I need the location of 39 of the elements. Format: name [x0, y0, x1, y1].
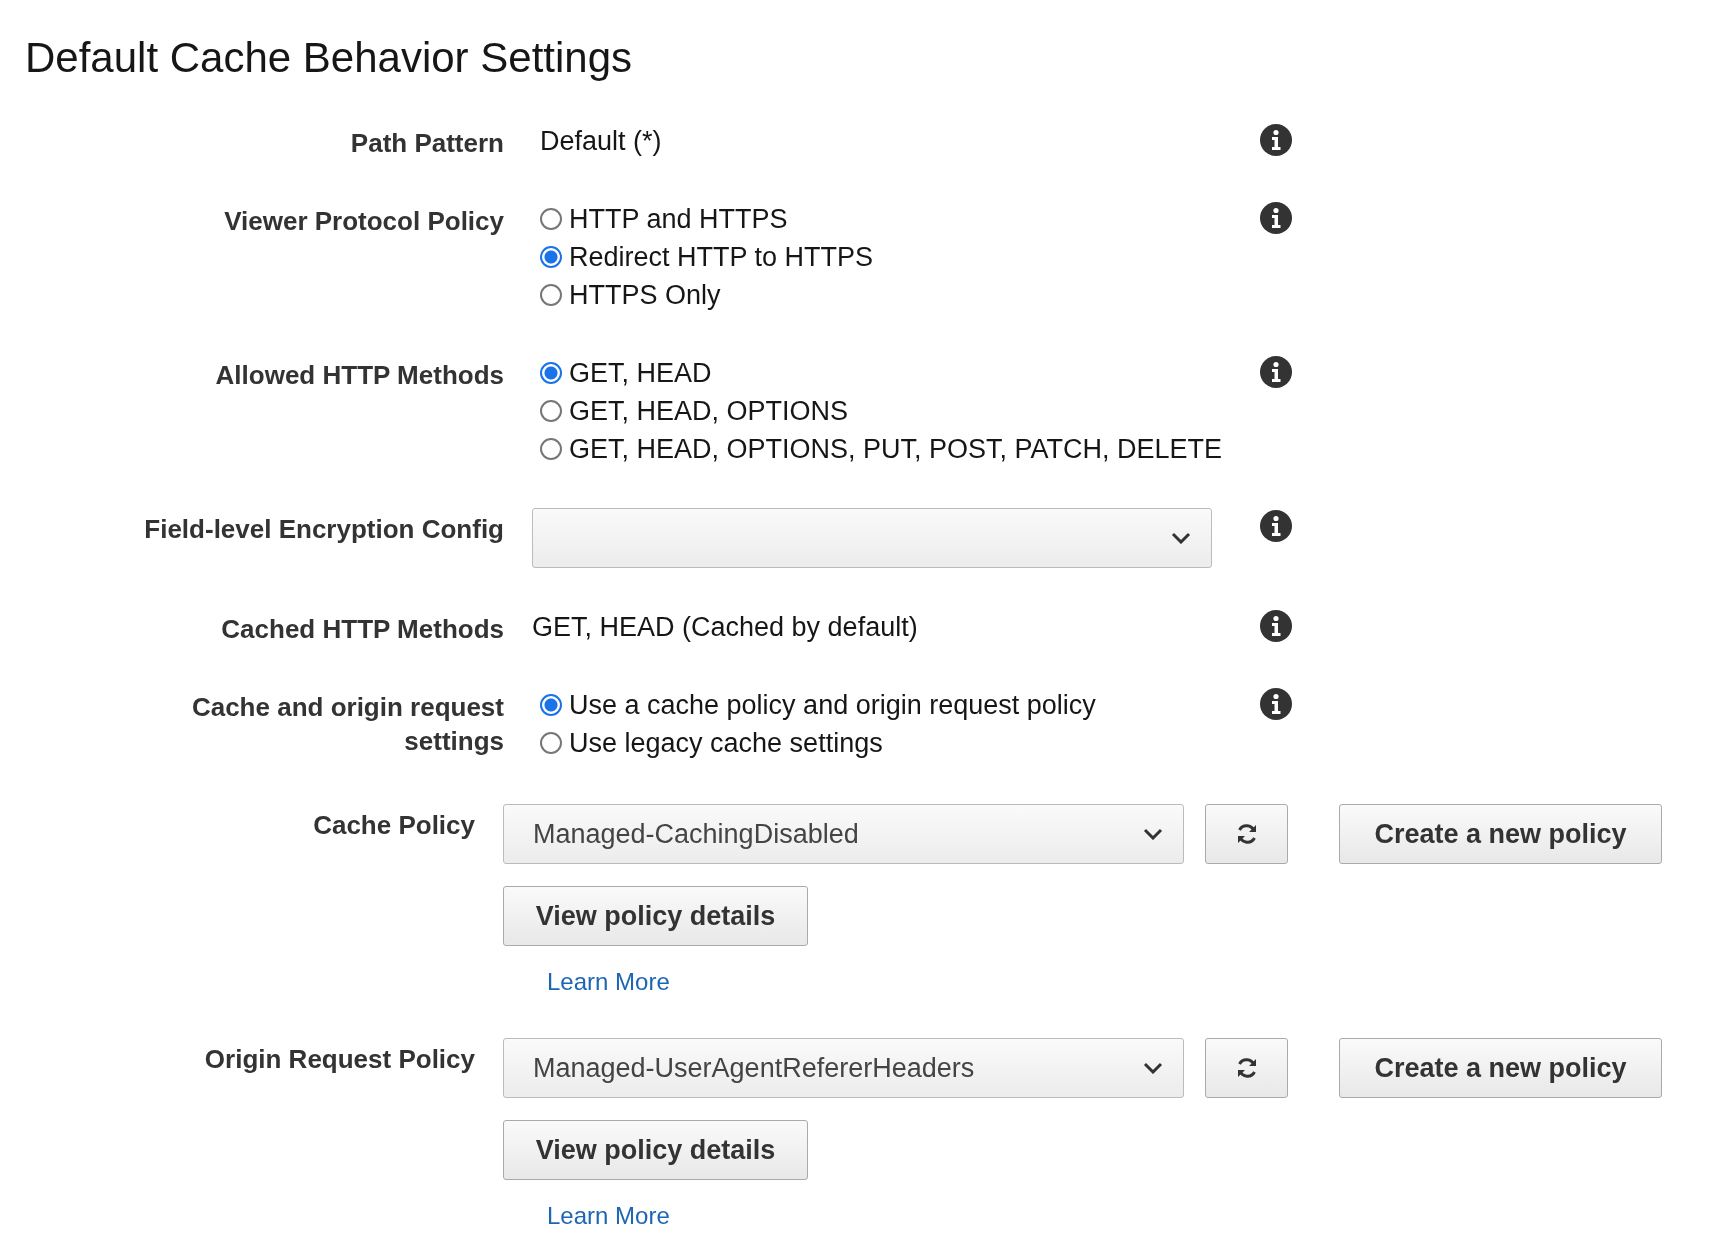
- info-icon[interactable]: [1260, 610, 1292, 642]
- radio-option[interactable]: GET, HEAD, OPTIONS, PUT, POST, PATCH, DELETE: [532, 430, 1232, 468]
- refresh-button[interactable]: [1205, 1038, 1288, 1098]
- info-icon[interactable]: [1260, 356, 1292, 388]
- chevron-down-icon: [1143, 1062, 1163, 1074]
- radio-option[interactable]: Redirect HTTP to HTTPS: [532, 238, 1232, 276]
- field-label: Origin Request Policy: [203, 1043, 475, 1076]
- learn-more-link[interactable]: Learn More: [547, 1202, 670, 1230]
- field-value: Default (*): [539, 125, 663, 158]
- info-icon[interactable]: [1260, 124, 1292, 156]
- create-policy-button[interactable]: Create a new policy: [1339, 1038, 1662, 1098]
- field-label: Allowed HTTP Methods: [214, 359, 504, 392]
- chevron-down-icon: [1143, 828, 1163, 840]
- chevron-down-icon: [1171, 532, 1191, 544]
- view-details-button[interactable]: View policy details: [503, 1120, 808, 1180]
- view-details-button[interactable]: View policy details: [503, 886, 808, 946]
- info-icon[interactable]: [1260, 510, 1292, 542]
- radio-option[interactable]: GET, HEAD, OPTIONS: [532, 392, 1232, 430]
- radio-option[interactable]: GET, HEAD: [532, 354, 1232, 392]
- field-label: Field-level Encryption Config: [143, 513, 504, 546]
- field-value: GET, HEAD (Cached by default): [532, 611, 919, 644]
- dropdown-field[interactable]: [532, 508, 1212, 568]
- refresh-button[interactable]: [1205, 804, 1288, 864]
- info-icon[interactable]: [1260, 202, 1292, 234]
- field-label: Viewer Protocol Policy: [223, 205, 504, 238]
- field-label: Cached HTTP Methods: [220, 613, 504, 646]
- field-label: Cache Policy: [312, 809, 475, 842]
- field-label: Cache and origin request settings: [190, 691, 504, 758]
- info-icon[interactable]: [1260, 688, 1292, 720]
- page-title: Default Cache Behavior Settings: [25, 34, 633, 82]
- create-policy-button[interactable]: Create a new policy: [1339, 804, 1662, 864]
- field-label: Path Pattern: [349, 127, 504, 160]
- dropdown-field[interactable]: Managed-UserAgentRefererHeaders: [503, 1038, 1184, 1098]
- dropdown-field[interactable]: Managed-CachingDisabled: [503, 804, 1184, 864]
- radio-option[interactable]: HTTP and HTTPS: [532, 200, 1232, 238]
- radio-option[interactable]: HTTPS Only: [532, 276, 1232, 314]
- learn-more-link[interactable]: Learn More: [547, 968, 670, 996]
- radio-option[interactable]: Use a cache policy and origin request policy: [532, 686, 1232, 724]
- radio-option[interactable]: Use legacy cache settings: [532, 724, 1232, 762]
